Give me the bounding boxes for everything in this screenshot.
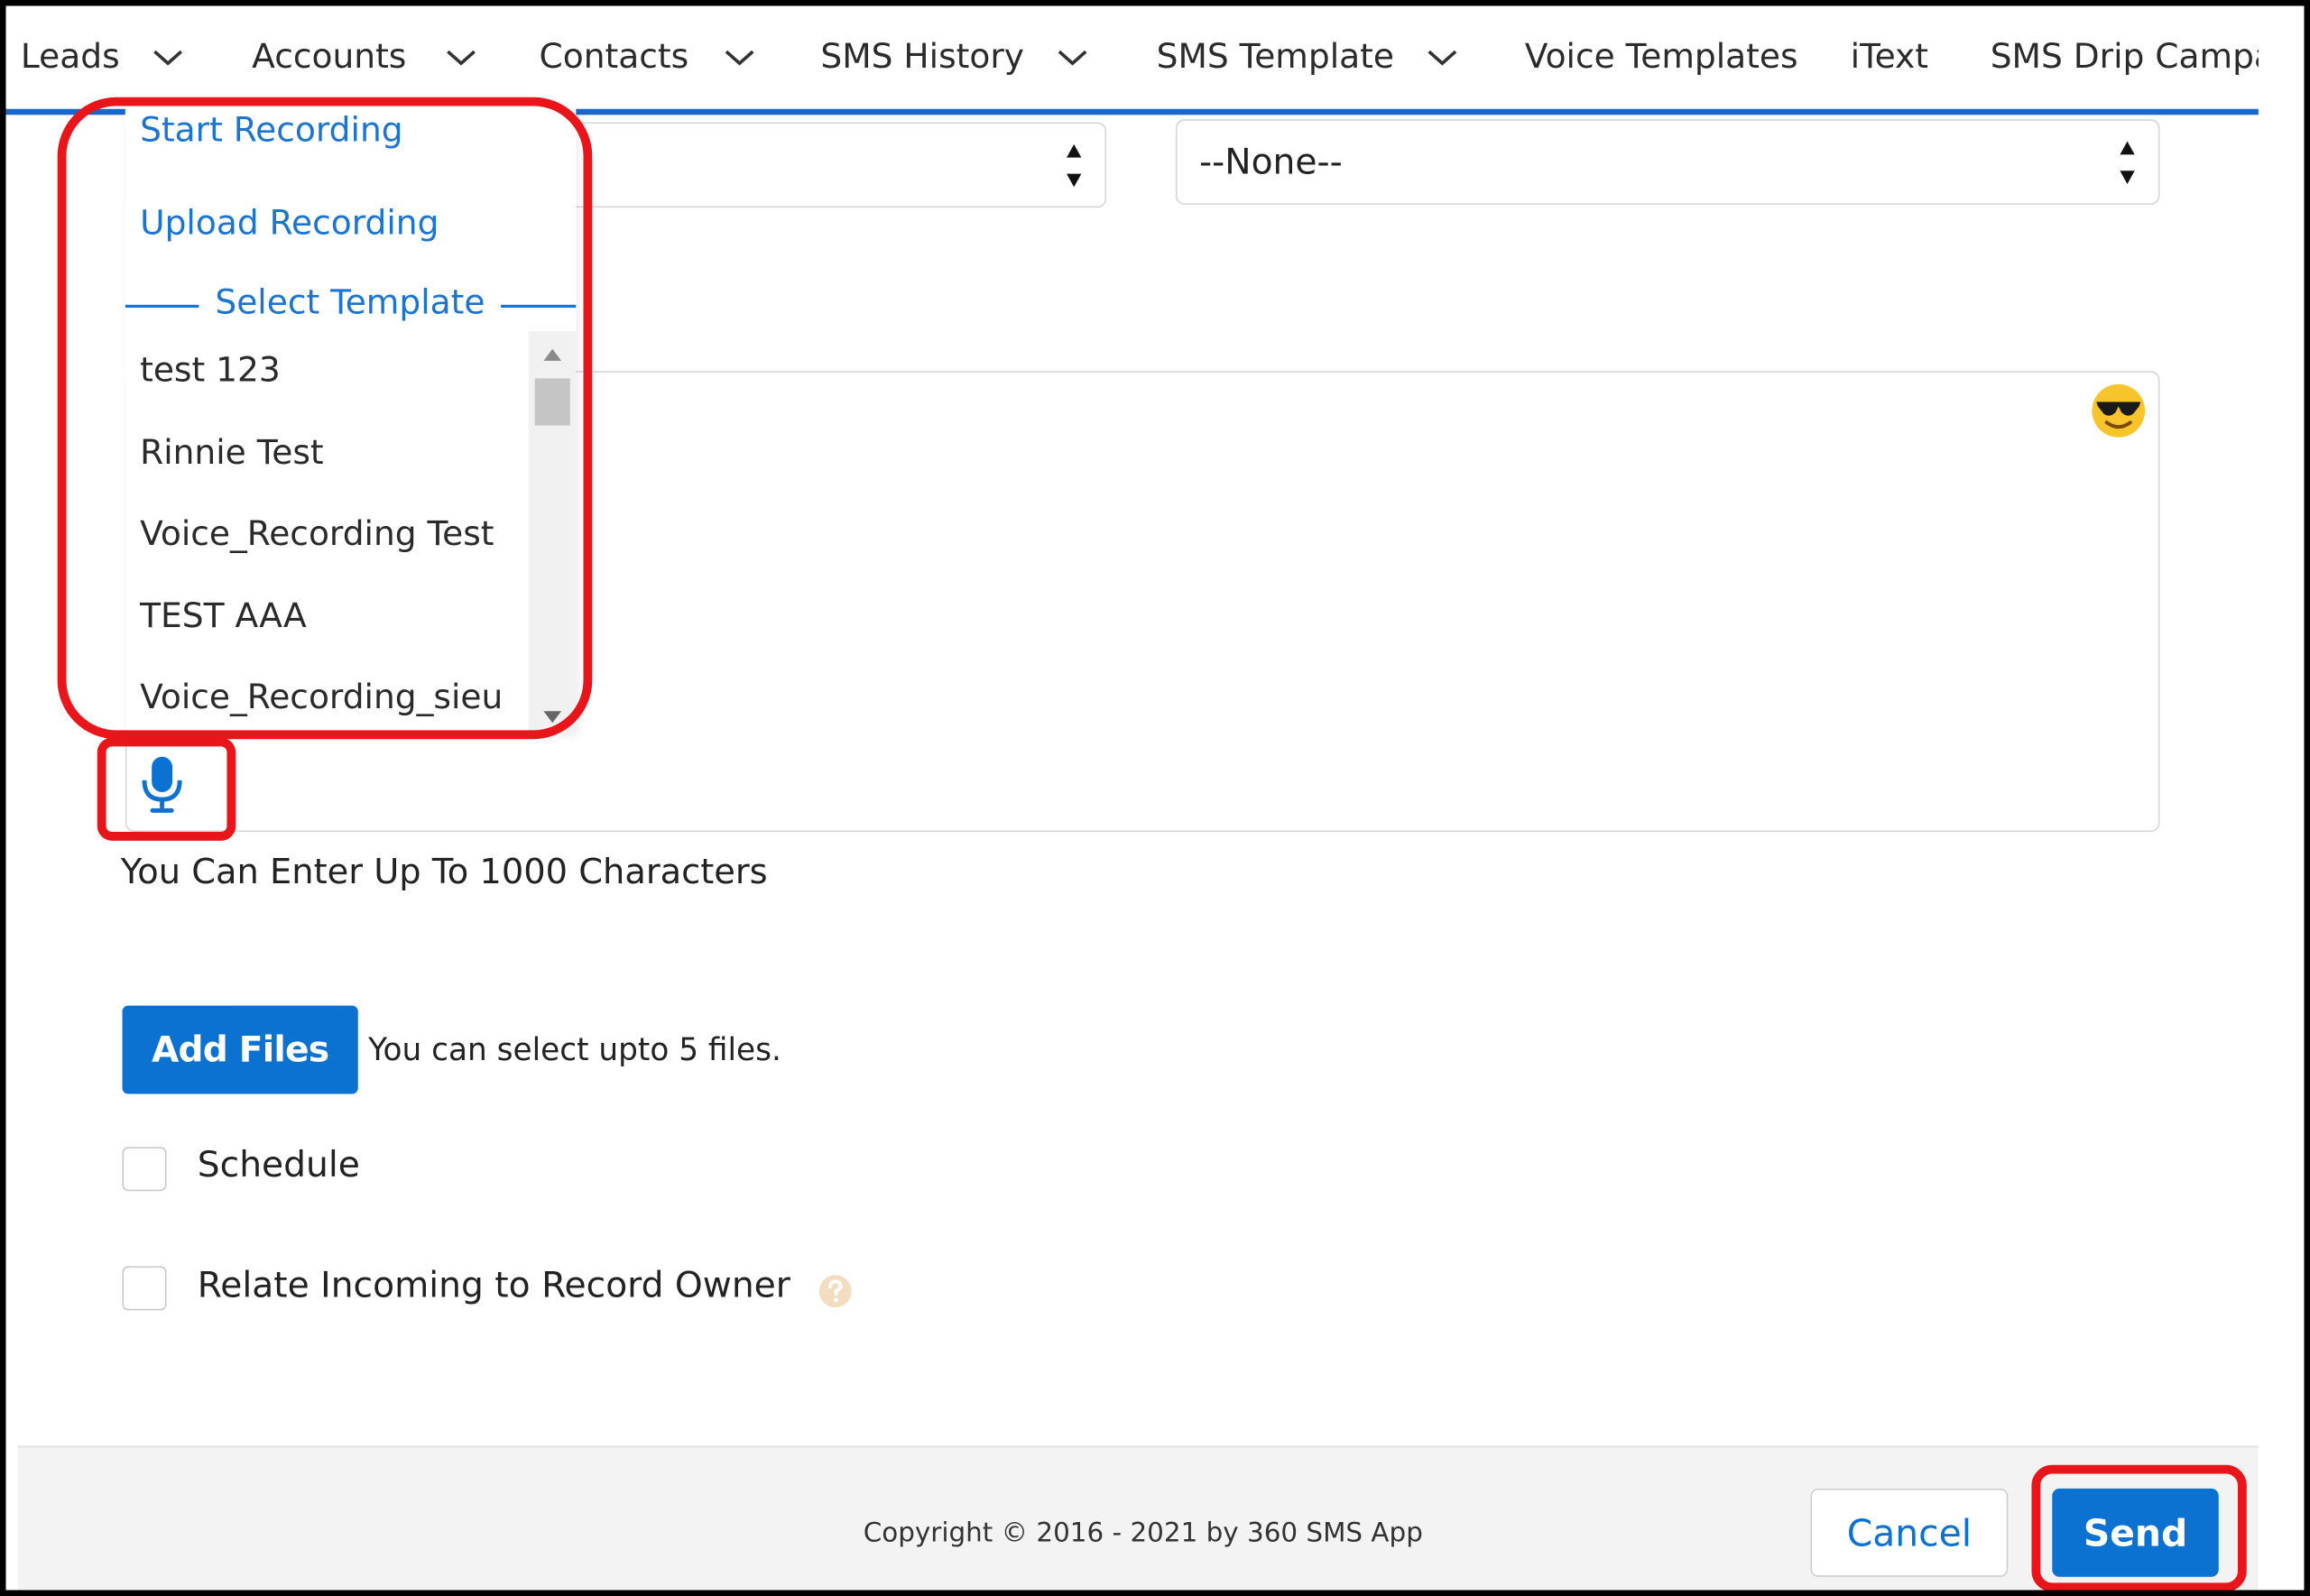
sunglasses-emoji-icon[interactable] [2089,382,2148,440]
recording-template-dropdown: Start Recording Upload Recording Select … [125,107,577,733]
nav-item-accounts[interactable]: Accounts [252,38,477,77]
select-arrows-icon [2120,141,2135,184]
nav-item-voice-templates[interactable]: Voice Templates [1525,38,1798,76]
nav-label: Accounts [252,38,407,77]
scroll-up-arrow-icon[interactable] [543,348,562,361]
nav-label: iText [1850,38,1929,77]
upload-recording-option[interactable]: Upload Recording [140,205,439,243]
nav-item-sms-template[interactable]: SMS Template [1156,38,1459,77]
chevron-down-icon[interactable] [1057,47,1089,68]
nav-label: SMS History [820,38,1024,77]
nav-label: Voice Templates [1524,38,1798,77]
nav-item-sms-drip-campaign[interactable]: SMS Drip Campa [1991,38,2259,76]
template-option[interactable]: Voice_Recording_sieu [140,678,503,716]
help-icon[interactable] [818,1274,853,1309]
nav-item-contacts[interactable]: Contacts [539,38,757,77]
template-list: test 123 Rinnie Test Voice_Recording Tes… [125,331,577,733]
send-button[interactable]: Send [2052,1488,2219,1577]
scroll-down-arrow-icon[interactable] [543,711,562,724]
template-list-scrollbar[interactable] [529,331,577,733]
chevron-down-icon[interactable] [1427,47,1459,68]
schedule-checkbox[interactable] [122,1147,167,1192]
relate-owner-checkbox[interactable] [122,1266,167,1311]
copyright-text: Copyright © 2016 - 2021 by 360 SMS App [863,1518,1423,1549]
template-option[interactable]: Voice_Recording Test [140,515,494,553]
select-arrows-icon [1067,143,1082,188]
files-limit-note: You can select upto 5 files. [368,1031,781,1068]
select-value: --None-- [1198,141,1343,183]
character-limit-hint: You Can Enter Up To 1000 Characters [120,851,768,892]
select-template-label: Select Template [215,283,485,323]
chevron-down-icon[interactable] [445,47,477,68]
start-recording-option[interactable]: Start Recording [140,112,402,150]
nav-label: Leads [20,38,120,77]
nav-item-sms-history[interactable]: SMS History [820,38,1089,77]
select-template-divider: Select Template [125,284,577,328]
cancel-button[interactable]: Cancel [1810,1488,2009,1577]
microphone-icon[interactable] [137,754,188,816]
schedule-label: Schedule [197,1144,360,1185]
scroll-thumb[interactable] [534,378,570,426]
nav-label: Contacts [539,38,689,77]
nav-label: SMS Drip Campa [1990,38,2259,77]
chevron-down-icon[interactable] [724,47,756,68]
top-navigation: Leads Accounts Contacts SMS History SMS … [5,5,2259,115]
nav-label: SMS Template [1156,38,1394,77]
add-files-button[interactable]: Add Files [122,1005,358,1094]
relate-owner-label: Relate Incoming to Record Owner [197,1264,790,1306]
template-option[interactable]: Rinnie Test [140,434,324,472]
nav-item-itext[interactable]: iText [1851,38,1928,76]
secondary-select[interactable]: --None-- [1175,119,2160,205]
nav-item-leads[interactable]: Leads [20,38,185,77]
template-option[interactable]: test 123 [140,352,281,390]
template-option[interactable]: TEST AAA [140,598,307,636]
chevron-down-icon[interactable] [152,47,185,68]
sms-compose-page: Leads Accounts Contacts SMS History SMS … [0,0,2310,1596]
